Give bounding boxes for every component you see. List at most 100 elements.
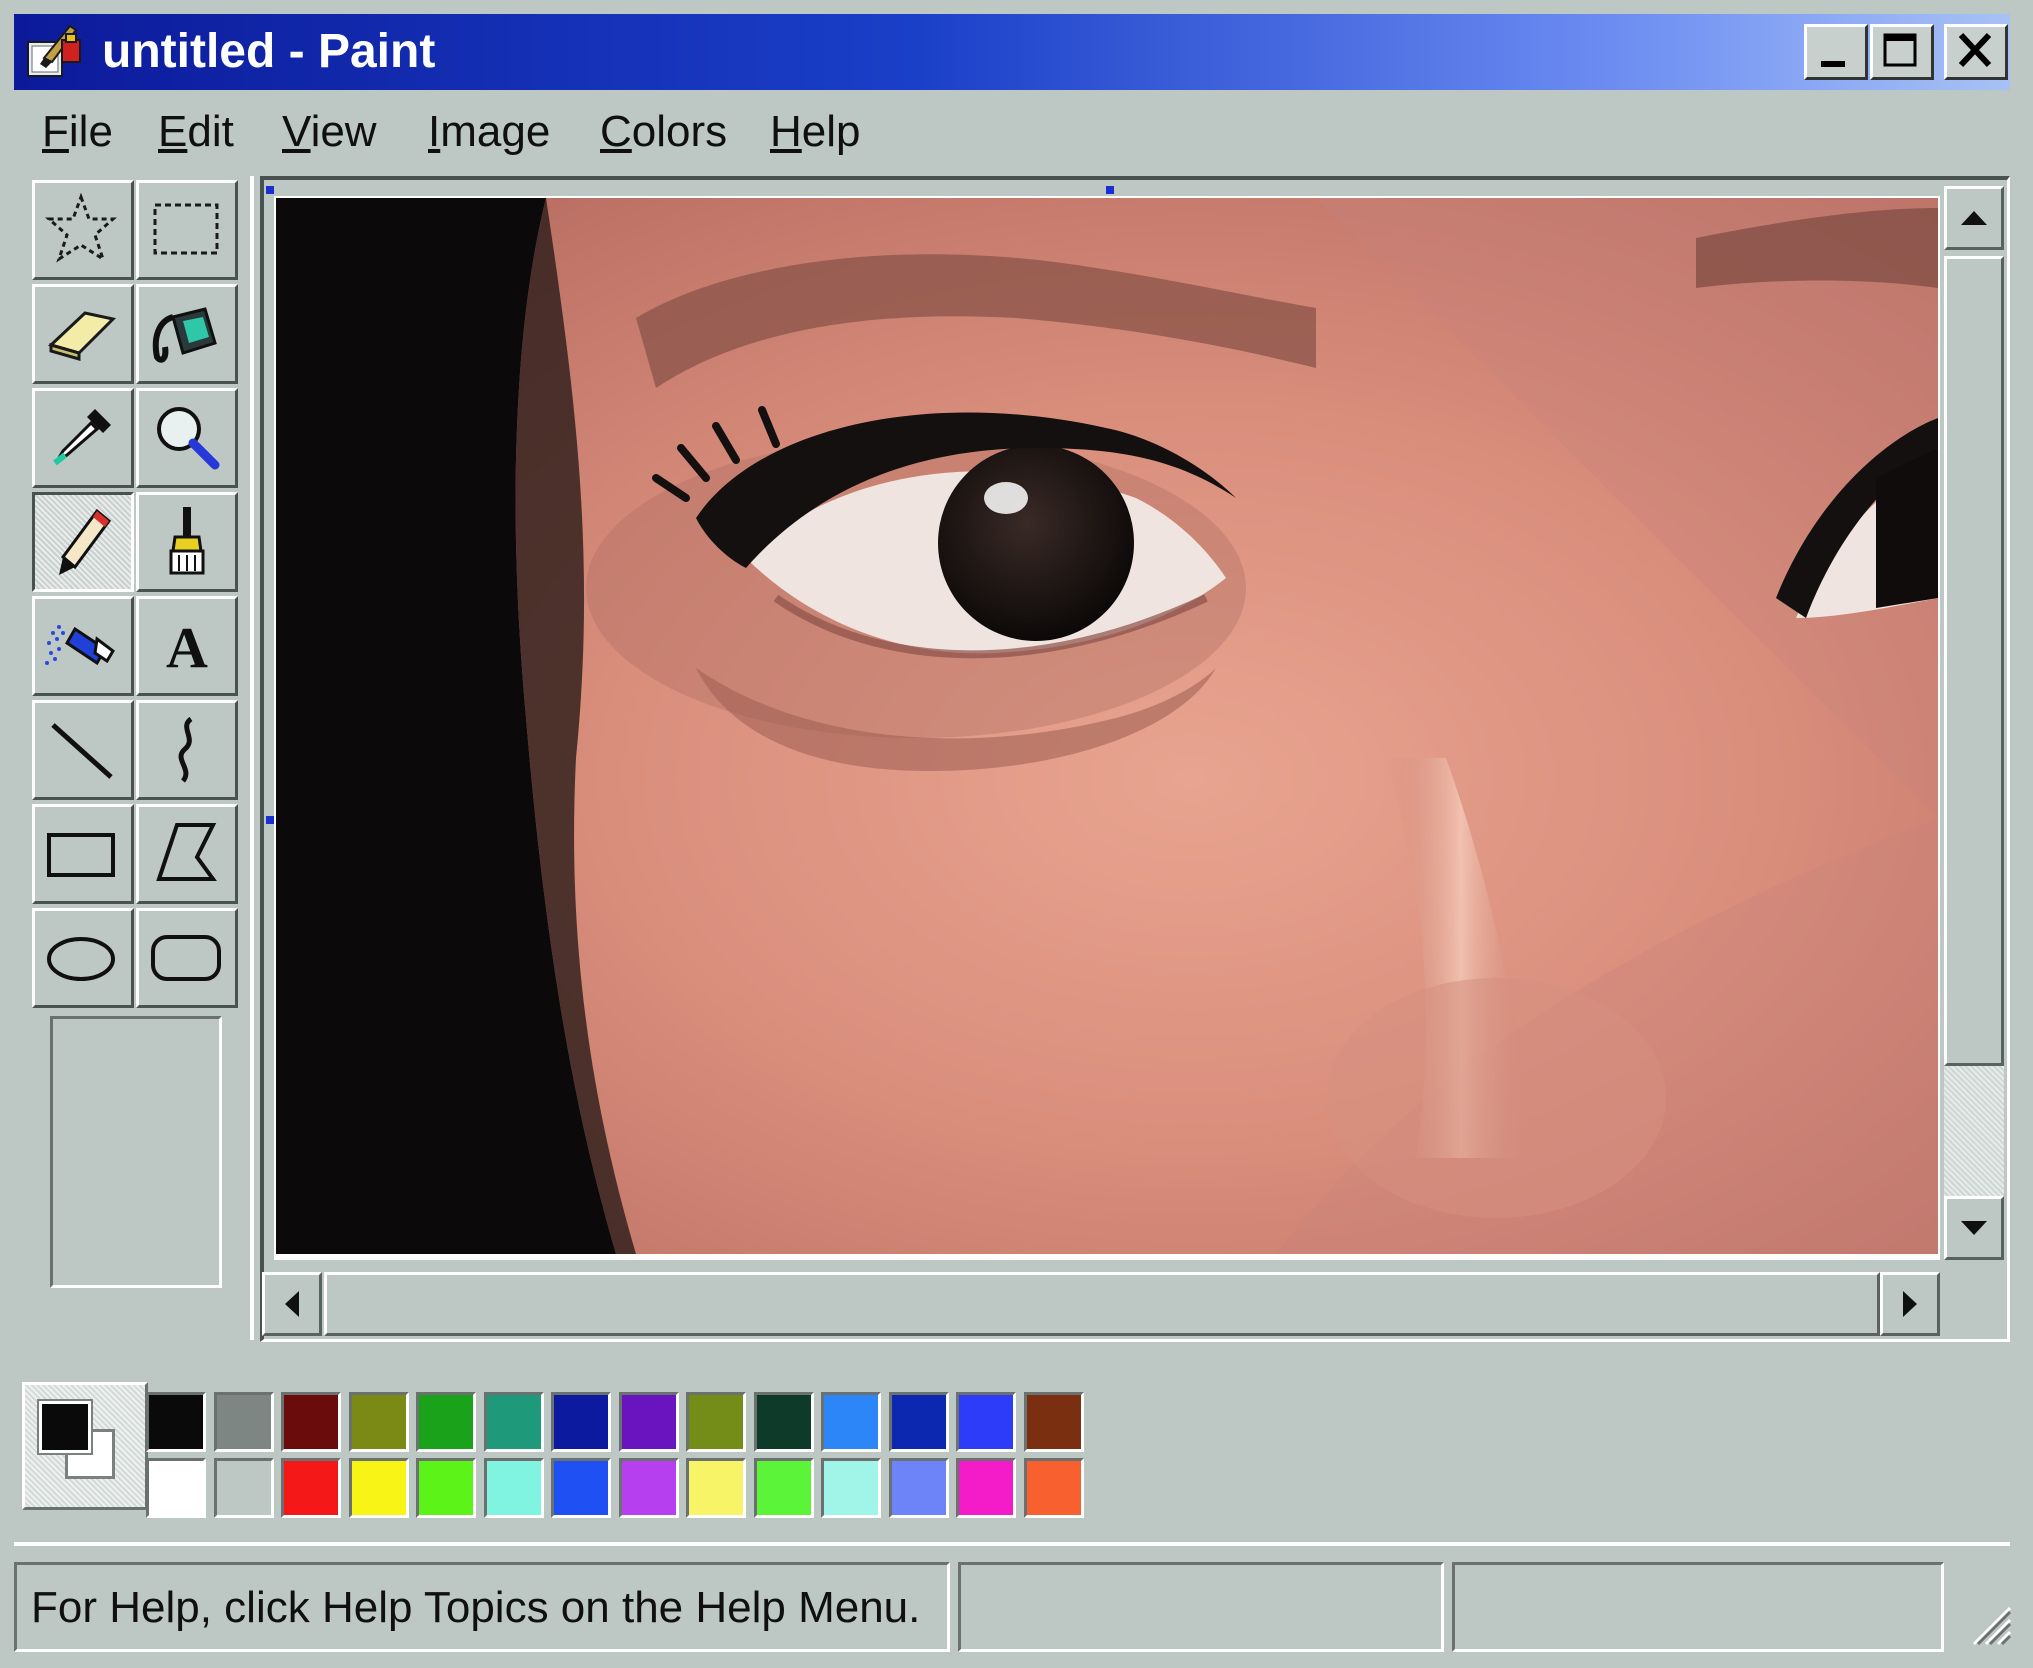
- arrow-down-icon: [1961, 1221, 1987, 1235]
- maximize-button[interactable]: [1870, 24, 1934, 80]
- curve-tool[interactable]: [136, 700, 238, 800]
- palette-swatch-top-14[interactable]: [1024, 1392, 1084, 1452]
- status-separator: [14, 1542, 2010, 1546]
- magnifier-icon: [157, 407, 220, 470]
- tool-options-box[interactable]: [50, 1016, 222, 1288]
- paint-window: untitled - Paint File Edit View Image Co…: [0, 0, 2033, 1668]
- select-tool[interactable]: [136, 180, 238, 280]
- curve-icon: [178, 716, 193, 783]
- rectangle-tool[interactable]: [32, 804, 134, 904]
- resize-handle-top: [1106, 186, 1114, 194]
- arrow-right-icon: [1903, 1291, 1917, 1317]
- text-tool[interactable]: A: [136, 596, 238, 696]
- close-icon: [1958, 32, 1992, 68]
- current-colors-indicator[interactable]: [22, 1382, 148, 1510]
- menu-file[interactable]: File: [42, 102, 113, 162]
- free-form-select-icon: [45, 192, 117, 263]
- free-form-select-tool[interactable]: [32, 180, 134, 280]
- palette-swatch-bottom-5[interactable]: [416, 1458, 476, 1518]
- airbrush-tool[interactable]: [32, 596, 134, 696]
- palette-swatch-bottom-7[interactable]: [551, 1458, 611, 1518]
- palette-swatch-bottom-9[interactable]: [686, 1458, 746, 1518]
- vertical-scroll-thumb[interactable]: [1944, 256, 2004, 1066]
- polygon-tool[interactable]: [136, 804, 238, 904]
- palette-swatch-top-7[interactable]: [551, 1392, 611, 1452]
- eraser-icon: [48, 311, 117, 361]
- palette-swatch-top-10[interactable]: [754, 1392, 814, 1452]
- palette-swatch-bottom-10[interactable]: [754, 1458, 814, 1518]
- palette-swatch-top-2[interactable]: [214, 1392, 274, 1452]
- arrow-up-icon: [1961, 211, 1987, 225]
- menu-help[interactable]: Help: [770, 102, 861, 162]
- palette-swatch-bottom-2[interactable]: [214, 1458, 274, 1518]
- foreground-color-swatch: [37, 1399, 93, 1455]
- rect-select-icon: [153, 203, 219, 255]
- text-icon: A: [166, 615, 208, 680]
- palette-swatch-bottom-6[interactable]: [484, 1458, 544, 1518]
- drawing-canvas[interactable]: [274, 196, 1940, 1260]
- palette-swatch-top-8[interactable]: [619, 1392, 679, 1452]
- brush-tool[interactable]: [136, 492, 238, 592]
- toolbox: A: [28, 176, 242, 1288]
- pencil-icon: [59, 508, 112, 575]
- palette-swatch-bottom-4[interactable]: [349, 1458, 409, 1518]
- menu-colors[interactable]: Colors: [600, 102, 727, 162]
- magnifier-tool[interactable]: [136, 388, 238, 488]
- scroll-left-button[interactable]: [262, 1272, 322, 1336]
- pencil-tool[interactable]: [32, 492, 134, 592]
- palette-swatch-top-11[interactable]: [821, 1392, 881, 1452]
- title-bar[interactable]: untitled - Paint: [14, 14, 2010, 90]
- status-size-pane: [1452, 1562, 1944, 1652]
- vertical-scrollbar[interactable]: [1944, 186, 2004, 1266]
- palette-swatch-bottom-14[interactable]: [1024, 1458, 1084, 1518]
- menu-edit[interactable]: Edit: [158, 102, 234, 162]
- maximize-icon: [1883, 33, 1917, 67]
- resize-handle-top-left: [266, 186, 274, 194]
- canvas-photo[interactable]: [276, 198, 1938, 1254]
- status-help-pane: For Help, click Help Topics on the Help …: [14, 1562, 950, 1652]
- paint-app-icon[interactable]: [22, 22, 86, 82]
- line-tool[interactable]: [32, 700, 134, 800]
- ellipse-icon: [47, 937, 115, 981]
- horizontal-scrollbar[interactable]: [262, 1272, 1942, 1336]
- minimize-button[interactable]: [1804, 24, 1868, 80]
- window-title: untitled - Paint: [102, 25, 436, 78]
- palette-swatch-bottom-8[interactable]: [619, 1458, 679, 1518]
- palette-swatch-bottom-11[interactable]: [821, 1458, 881, 1518]
- menu-view[interactable]: View: [282, 102, 377, 162]
- color-box: [14, 1370, 2010, 1520]
- horizontal-scroll-thumb[interactable]: [324, 1272, 1880, 1336]
- palette-swatch-bottom-3[interactable]: [281, 1458, 341, 1518]
- airbrush-icon: [45, 625, 115, 666]
- palette-swatch-bottom-1[interactable]: [146, 1458, 206, 1518]
- palette-swatch-top-5[interactable]: [416, 1392, 476, 1452]
- palette-swatch-top-6[interactable]: [484, 1392, 544, 1452]
- paint-bucket-icon: [152, 307, 217, 363]
- line-icon: [51, 723, 113, 779]
- resize-handle-left: [266, 816, 274, 824]
- palette-swatch-top-3[interactable]: [281, 1392, 341, 1452]
- menu-bar: File Edit View Image Colors Help: [14, 96, 2010, 172]
- pick-color-tool[interactable]: [32, 388, 134, 488]
- rounded-rectangle-tool[interactable]: [136, 908, 238, 1008]
- scroll-right-button[interactable]: [1880, 1272, 1940, 1336]
- palette-swatch-top-4[interactable]: [349, 1392, 409, 1452]
- close-button[interactable]: [1944, 24, 2008, 80]
- ellipse-tool[interactable]: [32, 908, 134, 1008]
- eraser-tool[interactable]: [32, 284, 134, 384]
- arrow-left-icon: [285, 1291, 299, 1317]
- resize-grip-icon[interactable]: [1964, 1598, 2014, 1648]
- fill-tool[interactable]: [136, 284, 238, 384]
- brush-icon: [169, 507, 205, 575]
- rounded-rectangle-icon: [151, 935, 221, 981]
- palette-swatch-top-13[interactable]: [956, 1392, 1016, 1452]
- status-help-text: For Help, click Help Topics on the Help …: [31, 1583, 921, 1632]
- scroll-down-button[interactable]: [1944, 1196, 2004, 1260]
- palette-swatch-bottom-12[interactable]: [889, 1458, 949, 1518]
- menu-image[interactable]: Image: [428, 102, 550, 162]
- palette-swatch-top-12[interactable]: [889, 1392, 949, 1452]
- palette-swatch-top-9[interactable]: [686, 1392, 746, 1452]
- palette-swatch-top-1[interactable]: [146, 1392, 206, 1452]
- palette-swatch-bottom-13[interactable]: [956, 1458, 1016, 1518]
- scroll-up-button[interactable]: [1944, 186, 2004, 250]
